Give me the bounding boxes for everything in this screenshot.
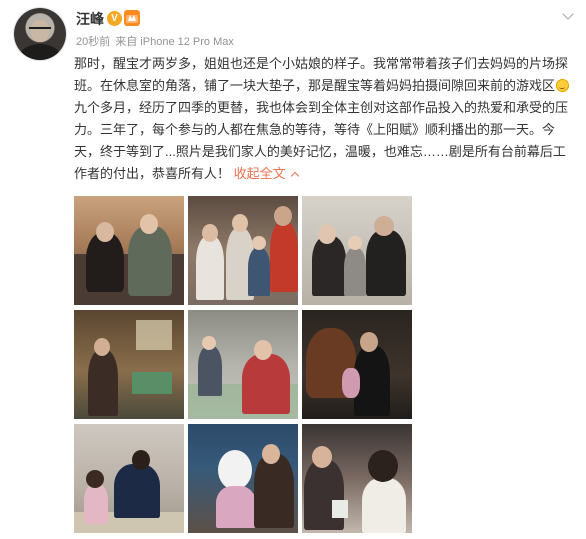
photo-7[interactable] <box>74 424 184 533</box>
avatar[interactable] <box>14 8 66 60</box>
author-name[interactable]: 汪峰 <box>76 9 104 29</box>
verified-v-icon: V <box>107 11 122 26</box>
photo-5[interactable] <box>188 310 298 419</box>
collapse-label: 收起全文 <box>233 166 286 181</box>
post-time[interactable]: 20秒前 <box>76 36 110 48</box>
photo-6[interactable] <box>302 310 412 419</box>
photo-8[interactable] <box>188 424 298 533</box>
photo-2[interactable] <box>188 196 298 305</box>
avatar-body <box>20 44 60 60</box>
post-text-part2: 九个多月，经历了四季的更替，我也体会到全体主创对这部作品投入的热爱和承受的压力。… <box>74 100 569 181</box>
collapse-button[interactable]: 收起全文 <box>233 166 299 181</box>
post-source: 来自 iPhone 12 Pro Max <box>115 36 234 48</box>
photo-4[interactable] <box>74 310 184 419</box>
weibo-post: 汪峰 V 20秒前 来自 iPhone 12 Pro Max 那时，醒宝才两岁多，… <box>0 0 586 539</box>
photo-1[interactable] <box>74 196 184 305</box>
photo-3[interactable] <box>302 196 412 305</box>
post-text-part1: 那时，醒宝才两岁多，姐姐也还是个小姑娘的样子。我常常带着孩子们去妈妈的片场探班。… <box>74 56 569 93</box>
post-text: 那时，醒宝才两岁多，姐姐也还是个小姑娘的样子。我常常带着孩子们去妈妈的片场探班。… <box>74 53 570 185</box>
photo-grid <box>74 196 412 533</box>
post-meta: 20秒前 来自 iPhone 12 Pro Max <box>76 33 239 49</box>
smile-emoji-icon <box>556 79 570 92</box>
photo-9[interactable] <box>302 424 412 533</box>
level-badge-icon <box>124 10 140 26</box>
avatar-glasses <box>29 27 51 35</box>
collapse-arrow-icon <box>290 171 299 181</box>
chevron-down-icon[interactable] <box>562 8 574 20</box>
